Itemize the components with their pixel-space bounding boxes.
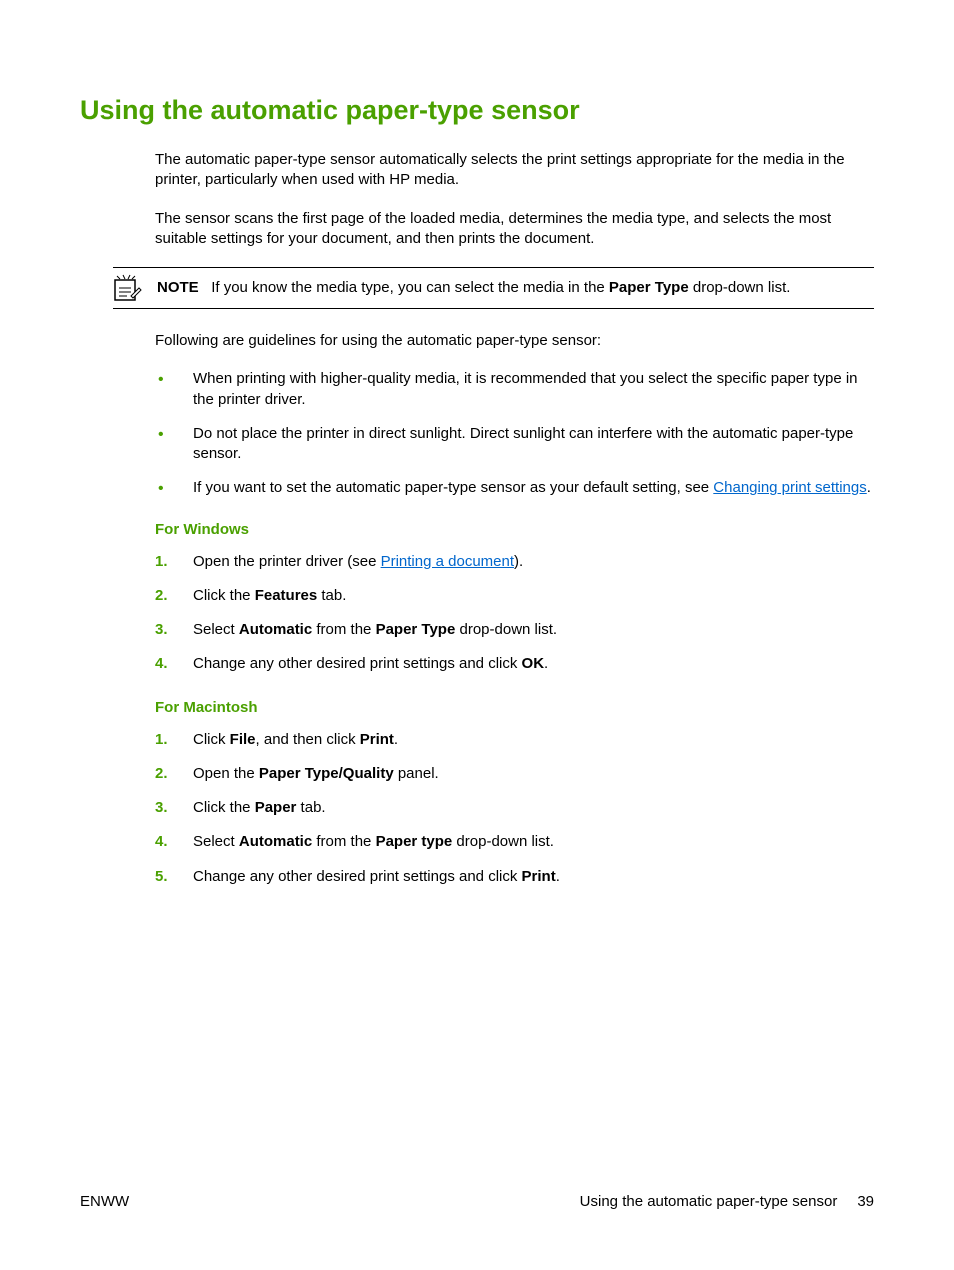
note-text: NOTE If you know the media type, you can…	[157, 274, 790, 298]
bold-text: Paper	[255, 799, 297, 816]
guidelines-intro: Following are guidelines for using the a…	[155, 331, 874, 351]
list-item: Do not place the printer in direct sunli…	[155, 424, 874, 465]
step-item: Open the Paper Type/Quality panel.	[155, 764, 874, 784]
intro-paragraph-2: The sensor scans the first page of the l…	[155, 209, 874, 250]
bullet-text-after: .	[867, 479, 871, 496]
intro-paragraph-1: The automatic paper-type sensor automati…	[155, 150, 874, 191]
footer-page-number: 39	[857, 1193, 874, 1210]
note-icon	[113, 274, 145, 302]
mac-steps: Click File, and then click Print. Open t…	[155, 730, 874, 887]
bold-text: File	[230, 731, 256, 748]
note-box: NOTE If you know the media type, you can…	[113, 267, 874, 309]
step-text-before: Open the printer driver (see	[193, 553, 381, 570]
step-text-after: ).	[514, 553, 523, 570]
link-printing-a-document[interactable]: Printing a document	[381, 553, 514, 570]
bold-text: Automatic	[239, 621, 312, 638]
bold-text: Paper Type/Quality	[259, 765, 394, 782]
windows-steps: Open the printer driver (see Printing a …	[155, 552, 874, 675]
step-item: Change any other desired print settings …	[155, 654, 874, 674]
step-item: Click File, and then click Print.	[155, 730, 874, 750]
step-item: Select Automatic from the Paper Type dro…	[155, 620, 874, 640]
bold-text: Features	[255, 587, 318, 604]
bullet-text-before: If you want to set the automatic paper-t…	[193, 479, 713, 496]
list-item: When printing with higher-quality media,…	[155, 369, 874, 410]
bold-text: Print	[522, 868, 556, 885]
step-item: Change any other desired print settings …	[155, 867, 874, 887]
note-body-before: If you know the media type, you can sele…	[211, 279, 609, 296]
bold-text: OK	[522, 655, 545, 672]
note-body-after: drop-down list.	[689, 279, 791, 296]
page-heading: Using the automatic paper-type sensor	[80, 95, 874, 126]
guidelines-list: When printing with higher-quality media,…	[155, 369, 874, 498]
bold-text: Print	[360, 731, 394, 748]
windows-heading: For Windows	[155, 521, 874, 538]
link-changing-print-settings[interactable]: Changing print settings	[713, 479, 866, 496]
footer-section-title: Using the automatic paper-type sensor	[580, 1193, 838, 1210]
note-label: NOTE	[157, 279, 199, 296]
bold-text: Paper Type	[376, 621, 456, 638]
step-item: Click the Features tab.	[155, 586, 874, 606]
page-footer: ENWW Using the automatic paper-type sens…	[80, 1193, 874, 1210]
note-body-bold: Paper Type	[609, 279, 689, 296]
mac-heading: For Macintosh	[155, 699, 874, 716]
list-item: If you want to set the automatic paper-t…	[155, 478, 874, 498]
footer-left: ENWW	[80, 1193, 129, 1210]
step-item: Select Automatic from the Paper type dro…	[155, 832, 874, 852]
bold-text: Paper type	[376, 833, 453, 850]
step-item: Open the printer driver (see Printing a …	[155, 552, 874, 572]
bold-text: Automatic	[239, 833, 312, 850]
step-item: Click the Paper tab.	[155, 798, 874, 818]
